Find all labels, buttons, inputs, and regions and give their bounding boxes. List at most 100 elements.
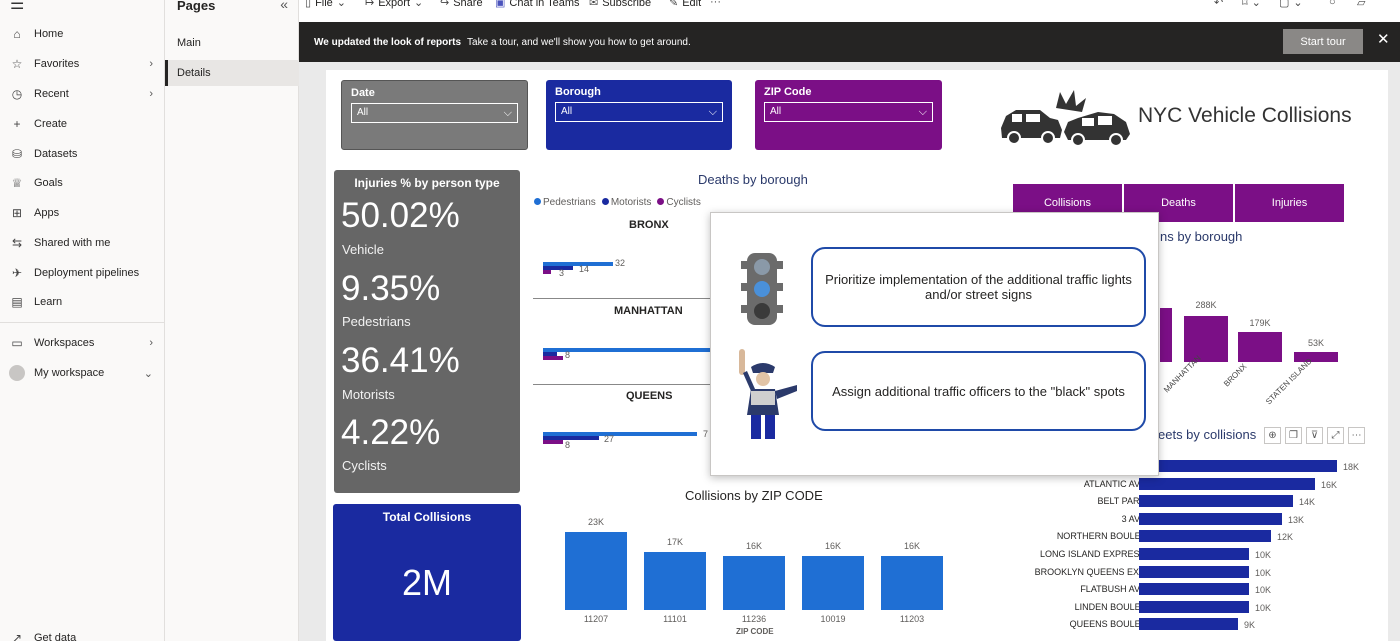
chevron-right-icon[interactable]: › (149, 88, 153, 100)
selected-value: All (770, 106, 782, 117)
export-menu[interactable]: ↦ Export ⌄ (365, 0, 423, 9)
street-bar[interactable] (1139, 565, 1249, 578)
borough-slicer[interactable]: Borough All ⌵ (546, 80, 732, 150)
chevron-down-icon[interactable]: ⌄ (144, 367, 153, 380)
street-bar[interactable] (1139, 460, 1337, 472)
zip-bar[interactable] (881, 556, 943, 610)
zip-bar[interactable] (723, 556, 785, 610)
recommendation-traffic-lights[interactable]: Prioritize implementation of the additio… (811, 247, 1146, 327)
borough-bar-bronx[interactable] (1238, 332, 1282, 362)
zip-dropdown[interactable]: All ⌵ (764, 102, 933, 122)
chat-in-teams-button[interactable]: ▣ Chat in Teams (495, 0, 580, 9)
street-row[interactable]: QUEENS BOULEVARD 9K (986, 618, 1386, 632)
borough-label: QUEENS (626, 390, 673, 402)
nav-create[interactable]: + Create (0, 110, 165, 138)
street-bar[interactable] (1139, 477, 1315, 490)
file-menu[interactable]: ▯ File ⌄ (305, 0, 346, 9)
borough-bar-staten-island[interactable] (1294, 352, 1338, 362)
bookmark-button[interactable]: ⌑ ⌄ (1242, 0, 1261, 9)
street-value: 10K (1255, 585, 1272, 596)
legend-item[interactable]: Cyclists (657, 197, 701, 208)
bar-cyclists[interactable] (543, 440, 563, 444)
edit-button[interactable]: ✎ Edit (669, 0, 701, 9)
street-row[interactable]: BROOKLYN QUEENS EXPRE... 10K (986, 565, 1386, 580)
deaths-chart-title: Deaths by borough (698, 172, 808, 187)
banner-text: Take a tour, and we'll show you how to g… (467, 36, 691, 48)
street-row[interactable]: LINDEN BOULEVARD 10K (986, 600, 1386, 615)
borough-dropdown[interactable]: All ⌵ (555, 102, 723, 122)
nav-home[interactable]: ⌂ Home (0, 20, 165, 48)
street-bar[interactable] (1139, 583, 1249, 596)
street-row[interactable]: ATLANTIC AVENUE 16K (986, 477, 1386, 492)
chevron-right-icon[interactable]: › (149, 58, 153, 70)
bar-cyclists[interactable] (543, 270, 551, 274)
subscribe-button[interactable]: ✉ Subscribe (589, 0, 651, 9)
more-options-icon[interactable]: ⋯ (1348, 427, 1365, 444)
hamburger-menu-icon[interactable]: ☰ (10, 0, 24, 14)
view-button[interactable]: ▢ ⌄ (1279, 0, 1303, 9)
left-navigation: ☰ ⌂ Home ☆ Favorites › ◷ Recent › + Create ⛁ Da… (0, 0, 165, 641)
nav-label: Deployment pipelines (34, 267, 140, 279)
zip-code-slicer[interactable]: ZIP Code All ⌵ (755, 80, 942, 150)
total-collisions-card[interactable]: Total Collisions 2M (333, 504, 521, 641)
recommendation-traffic-officers[interactable]: Assign additional traffic officers to th… (811, 351, 1146, 431)
nav-shared[interactable]: ⇆ Shared with me (0, 229, 165, 257)
street-bar[interactable] (1139, 495, 1293, 508)
reset-button[interactable]: ↶ (1214, 0, 1223, 9)
borough-bar[interactable] (1160, 308, 1172, 362)
bar-cyclists[interactable] (543, 356, 563, 360)
close-icon[interactable]: ✕ (1377, 30, 1390, 48)
pin-icon[interactable]: ⊕ (1264, 427, 1281, 444)
zip-bar[interactable] (644, 552, 706, 610)
nav-favorites[interactable]: ☆ Favorites › (0, 50, 165, 78)
chevron-right-icon[interactable]: › (149, 337, 153, 349)
borough-bar-manhattan[interactable] (1184, 316, 1228, 362)
street-row[interactable]: BELT PARKWAY 14K (986, 495, 1386, 509)
nav-datasets[interactable]: ⛁ Datasets (0, 140, 165, 168)
start-tour-button[interactable]: Start tour (1283, 29, 1363, 54)
copy-icon[interactable]: ❐ (1285, 427, 1302, 444)
nav-workspaces[interactable]: ▭ Workspaces › (0, 329, 165, 357)
nav-label: Shared with me (34, 237, 111, 249)
legend-item[interactable]: Pedestrians (534, 197, 596, 208)
zip-bar[interactable] (802, 556, 864, 610)
street-row[interactable]: NORTHERN BOULEVARD 12K (986, 530, 1386, 544)
collapse-panel-icon[interactable]: « (280, 0, 288, 12)
street-bar[interactable] (1139, 530, 1271, 543)
date-slicer[interactable]: Date All ⌵ (341, 80, 528, 150)
recommendations-popup[interactable]: Prioritize implementation of the additio… (710, 212, 1159, 476)
pages-panel: Pages « Main Details (165, 0, 299, 641)
nav-recent[interactable]: ◷ Recent › (0, 80, 165, 108)
filter-icon[interactable]: ⊽ (1306, 427, 1323, 444)
street-row[interactable]: LONG ISLAND EXPRESSWAY 10K (986, 548, 1386, 562)
nav-learn[interactable]: ▤ Learn (0, 288, 165, 316)
tab-injuries[interactable]: Injuries (1235, 184, 1344, 222)
street-row[interactable]: 3 AVENUE13K (986, 512, 1386, 527)
bar-value: 8 (565, 350, 571, 360)
database-icon: ⛁ (11, 147, 23, 161)
street-value: 10K (1255, 567, 1272, 578)
street-bar[interactable] (1139, 548, 1249, 560)
legend-item[interactable]: Motorists (601, 197, 651, 208)
injuries-card[interactable]: Injuries % by person type 50.02% Vehicle… (334, 170, 520, 493)
nav-apps[interactable]: ⊞ Apps (0, 199, 165, 227)
plus-icon: + (13, 117, 21, 131)
nav-deployment-pipelines[interactable]: ✈ Deployment pipelines (0, 259, 165, 287)
street-bar[interactable] (1139, 600, 1249, 613)
date-dropdown[interactable]: All ⌵ (351, 103, 518, 123)
nav-get-data[interactable]: ↗ Get data (0, 624, 165, 641)
focus-mode-icon[interactable]: ⤢ (1327, 427, 1344, 444)
street-row[interactable]: FLATBUSH AVENUE 10K (986, 583, 1386, 597)
more-options-button[interactable]: ··· (710, 0, 721, 8)
share-button[interactable]: ↪ Share (440, 0, 483, 9)
nav-goals[interactable]: ♕ Goals (0, 169, 165, 197)
comment-button[interactable]: ▱ (1357, 0, 1365, 9)
nav-my-workspace[interactable]: My workspace ⌄ (0, 359, 165, 387)
page-tab-main[interactable]: Main (165, 30, 299, 56)
zip-bar[interactable] (565, 532, 627, 610)
page-tab-details[interactable]: Details (165, 60, 299, 86)
zip-bar-value: 23K (587, 517, 604, 527)
street-bar[interactable] (1139, 512, 1282, 525)
street-bar[interactable] (1139, 618, 1238, 631)
refresh-button[interactable]: ○ (1329, 0, 1336, 8)
